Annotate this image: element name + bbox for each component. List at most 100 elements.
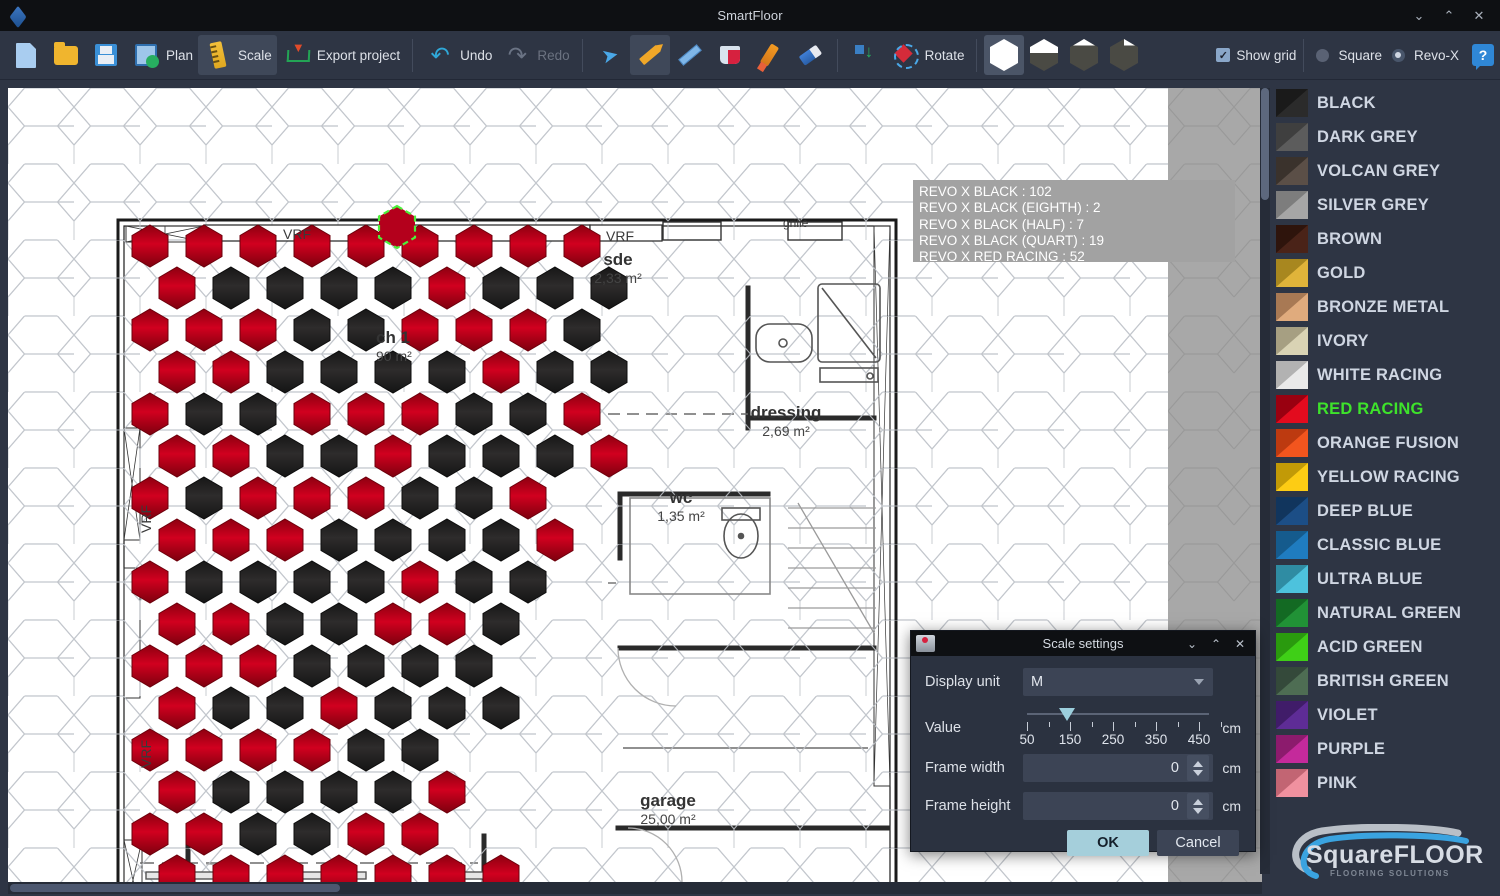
eraser-tool-button[interactable] — [790, 35, 830, 75]
color-swatch[interactable] — [1276, 191, 1308, 219]
save-file-button[interactable] — [86, 35, 126, 75]
revox-radio-icon[interactable] — [1391, 48, 1405, 62]
frame-width-spin-arrows[interactable] — [1187, 755, 1209, 781]
new-file-button[interactable] — [6, 35, 46, 75]
palette-item-orange-fusion[interactable]: ORANGE FUSION — [1270, 426, 1500, 460]
value-slider[interactable]: 50 150 250 350 450 — [1019, 706, 1222, 748]
palette-item-ultra-blue[interactable]: ULTRA BLUE — [1270, 562, 1500, 596]
color-swatch[interactable] — [1276, 463, 1308, 491]
color-swatch[interactable] — [1276, 565, 1308, 593]
palette-item-volcan-grey[interactable]: VOLCAN GREY — [1270, 154, 1500, 188]
help-button[interactable]: ? — [1472, 44, 1494, 70]
toolbar-separator — [836, 38, 838, 72]
align-tool-button[interactable] — [845, 35, 885, 75]
scale-button[interactable]: Scale — [198, 35, 277, 75]
room-area: 90 m² — [376, 348, 412, 364]
color-swatch[interactable] — [1276, 259, 1308, 287]
room-name: garage — [640, 791, 696, 810]
palette-item-purple[interactable]: PURPLE — [1270, 732, 1500, 766]
color-swatch[interactable] — [1276, 701, 1308, 729]
main-body: REVO X BLACK : 102 REVO X BLACK (EIGHTH)… — [0, 80, 1500, 896]
rotate-button[interactable]: Rotate — [885, 35, 970, 75]
cancel-button[interactable]: Cancel — [1157, 830, 1239, 856]
spin-up-icon[interactable] — [1193, 760, 1203, 767]
color-swatch[interactable] — [1276, 735, 1308, 763]
color-swatch[interactable] — [1276, 667, 1308, 695]
slider-track[interactable] — [1027, 713, 1209, 715]
palette-item-black[interactable]: BLACK — [1270, 86, 1500, 120]
square-radio-icon[interactable] — [1316, 48, 1330, 62]
palette-item-red-racing[interactable]: RED RACING — [1270, 392, 1500, 426]
plan-button[interactable]: Plan — [126, 35, 198, 75]
fill-tool-button[interactable] — [710, 35, 750, 75]
open-file-button[interactable] — [46, 35, 86, 75]
brush-tool-button[interactable] — [750, 35, 790, 75]
color-swatch[interactable] — [1276, 769, 1308, 797]
color-swatch[interactable] — [1276, 293, 1308, 321]
canvas-horizontal-scrollbar[interactable] — [8, 882, 1262, 894]
redo-button[interactable]: ↷ Redo — [497, 35, 574, 75]
palette-item-brown[interactable]: BROWN — [1270, 222, 1500, 256]
color-swatch[interactable] — [1276, 599, 1308, 627]
palette-item-pink[interactable]: PINK — [1270, 766, 1500, 800]
frame-height-value[interactable]: 0 — [1171, 798, 1187, 814]
color-swatch[interactable] — [1276, 89, 1308, 117]
slider-tick-major — [1027, 722, 1028, 731]
frame-width-value[interactable]: 0 — [1171, 760, 1187, 776]
export-project-button[interactable]: Export project — [277, 35, 405, 75]
scrollbar-thumb[interactable] — [10, 884, 340, 892]
color-swatch[interactable] — [1276, 497, 1308, 525]
canvas-vertical-scrollbar[interactable] — [1260, 88, 1270, 874]
palette-item-label: ACID GREEN — [1317, 637, 1423, 656]
frame-width-stepper[interactable]: 0 — [1023, 754, 1213, 782]
palette-item-natural-green[interactable]: NATURAL GREEN — [1270, 596, 1500, 630]
hex-quarter-tile-button[interactable] — [1064, 35, 1104, 75]
palette-item-silver-grey[interactable]: SILVER GREY — [1270, 188, 1500, 222]
color-swatch[interactable] — [1276, 225, 1308, 253]
hex-eighth-tile-button[interactable] — [1104, 35, 1144, 75]
show-grid-toggle[interactable]: ✓ Show grid — [1216, 48, 1296, 63]
frame-height-stepper[interactable]: 0 — [1023, 792, 1213, 820]
slider-ticks — [1023, 722, 1222, 731]
palette-item-white-racing[interactable]: WHITE RACING — [1270, 358, 1500, 392]
palette-item-violet[interactable]: VIOLET — [1270, 698, 1500, 732]
color-swatch[interactable] — [1276, 633, 1308, 661]
palette-item-classic-blue[interactable]: CLASSIC BLUE — [1270, 528, 1500, 562]
color-swatch[interactable] — [1276, 157, 1308, 185]
spin-down-icon[interactable] — [1193, 807, 1203, 814]
show-grid-checkbox[interactable]: ✓ — [1216, 48, 1231, 62]
rotate-icon — [890, 40, 920, 70]
display-unit-row: Display unit M — [925, 668, 1241, 696]
shape-mode-square-radio[interactable]: Square — [1311, 35, 1387, 75]
palette-item-dark-grey[interactable]: DARK GREY — [1270, 120, 1500, 154]
hex-half-tile-button[interactable] — [1024, 35, 1064, 75]
color-swatch[interactable] — [1276, 327, 1308, 355]
palette-item-deep-blue[interactable]: DEEP BLUE — [1270, 494, 1500, 528]
color-swatch[interactable] — [1276, 361, 1308, 389]
display-unit-select[interactable]: M — [1023, 668, 1213, 696]
undo-button[interactable]: ↶ Undo — [420, 35, 497, 75]
color-swatch[interactable] — [1276, 123, 1308, 151]
color-swatch[interactable] — [1276, 429, 1308, 457]
palette-item-acid-green[interactable]: ACID GREEN — [1270, 630, 1500, 664]
hex-full-tile-button[interactable] — [984, 35, 1025, 75]
select-tool-button[interactable]: ➤ — [590, 35, 630, 75]
palette-item-bronze-metal[interactable]: BRONZE METAL — [1270, 290, 1500, 324]
palette-item-label: DEEP BLUE — [1317, 501, 1413, 520]
color-swatch[interactable] — [1276, 395, 1308, 423]
color-swatch[interactable] — [1276, 531, 1308, 559]
ok-button[interactable]: OK — [1067, 830, 1149, 856]
palette-item-ivory[interactable]: IVORY — [1270, 324, 1500, 358]
palette-item-gold[interactable]: GOLD — [1270, 256, 1500, 290]
measure-tool-button[interactable] — [670, 35, 710, 75]
room-name: dressing — [750, 403, 822, 422]
spin-up-icon[interactable] — [1193, 798, 1203, 805]
draw-tool-button[interactable] — [629, 35, 670, 75]
scale-settings-dialog[interactable]: Scale settings ⌄ ⌃ ✕ Display unit M Valu… — [910, 630, 1256, 856]
shape-mode-revox-radio[interactable]: Revo-X — [1387, 35, 1464, 75]
scrollbar-thumb[interactable] — [1261, 88, 1269, 200]
spin-down-icon[interactable] — [1193, 769, 1203, 776]
palette-item-yellow-racing[interactable]: YELLOW RACING — [1270, 460, 1500, 494]
frame-height-spin-arrows[interactable] — [1187, 793, 1209, 819]
palette-item-british-green[interactable]: BRITISH GREEN — [1270, 664, 1500, 698]
